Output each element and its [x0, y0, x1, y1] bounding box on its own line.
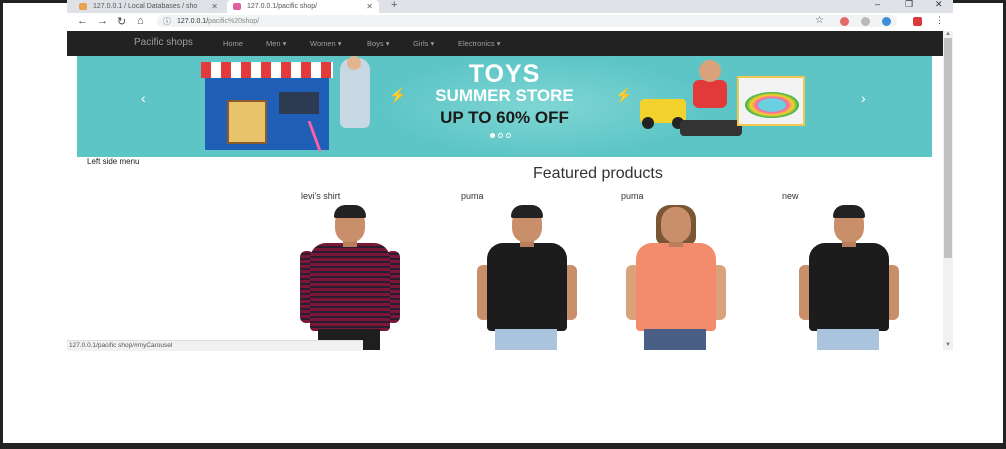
extension-icon[interactable]	[882, 17, 891, 26]
menu-kebab-icon[interactable]: ⋮	[935, 15, 944, 26]
nav-men[interactable]: Men ▾	[266, 39, 286, 48]
product-name[interactable]: puma	[461, 191, 484, 201]
product-image[interactable]	[624, 205, 728, 350]
scroll-up-icon[interactable]: ▲	[945, 31, 951, 37]
browser-toolbar: ← → ↻ ⌂ ⓘ 127.0.0.1/ pacific%20shop/ ☆ ⋮	[67, 13, 953, 30]
close-tab-icon[interactable]: ✕	[366, 2, 373, 11]
browser-tabstrip: 127.0.0.1 / Local Databases / sho ✕ 127.…	[67, 0, 953, 13]
screen-frame-left	[0, 0, 3, 449]
home-icon[interactable]: ⌂	[137, 15, 144, 27]
carousel-dot[interactable]	[490, 133, 495, 138]
close-tab-icon[interactable]: ✕	[211, 2, 218, 11]
tab-title: 127.0.0.1 / Local Databases / sho	[93, 3, 198, 10]
minimize-icon[interactable]: –	[875, 0, 880, 9]
extension-icon[interactable]	[861, 17, 870, 26]
product-name[interactable]: puma	[621, 191, 644, 201]
bookmark-star-icon[interactable]: ☆	[815, 15, 824, 26]
brand-link[interactable]: Pacific shops	[134, 37, 193, 48]
reload-icon[interactable]: ↻	[117, 15, 126, 28]
back-icon[interactable]: ←	[77, 15, 88, 27]
new-tab-button[interactable]: +	[391, 0, 397, 11]
restore-icon[interactable]: ❐	[905, 0, 913, 10]
site-navbar: Pacific shops Home Men ▾ Women ▾ Boys ▾ …	[67, 31, 943, 56]
status-bar: 127.0.0.1/pacific shop/#myCarousel	[67, 340, 363, 351]
carousel-dot[interactable]	[506, 133, 511, 138]
site-favicon-icon	[233, 3, 241, 10]
tab-title: 127.0.0.1/pacific shop/	[247, 3, 318, 10]
banner-carousel: TOYS ⚡ ⚡ SUMMER STORE UP TO 60% OFF ‹ ›	[77, 56, 932, 157]
extension-icon[interactable]	[913, 17, 922, 26]
address-bar[interactable]: ⓘ 127.0.0.1/ pacific%20shop/	[157, 15, 897, 27]
nav-home[interactable]: Home	[223, 39, 243, 48]
carousel-dot[interactable]	[498, 133, 503, 138]
product-name[interactable]: levi's shirt	[301, 191, 340, 201]
left-side-menu: Left side menu	[87, 157, 140, 166]
forward-icon[interactable]: →	[97, 15, 108, 27]
nav-boys[interactable]: Boys ▾	[367, 39, 390, 48]
address-host: 127.0.0.1/	[177, 17, 209, 25]
toy-truck-image	[680, 120, 742, 136]
product-name[interactable]: new	[782, 191, 799, 201]
browser-tab-phpmyadmin[interactable]: 127.0.0.1 / Local Databases / sho ✕	[79, 0, 224, 13]
carousel-indicators	[490, 133, 511, 138]
scroll-down-icon[interactable]: ▼	[945, 342, 951, 348]
product-image[interactable]	[475, 205, 579, 350]
carousel-prev-button[interactable]: ‹	[141, 90, 146, 106]
close-window-icon[interactable]: ✕	[935, 0, 943, 10]
info-icon[interactable]: ⓘ	[163, 16, 171, 27]
boy-image	[689, 60, 729, 115]
nav-electronics[interactable]: Electronics ▾	[458, 39, 501, 48]
toy-car-image	[640, 99, 686, 129]
carousel-next-button[interactable]: ›	[861, 90, 866, 106]
scrollbar-thumb[interactable]	[944, 38, 952, 258]
nav-girls[interactable]: Girls ▾	[413, 39, 434, 48]
browser-tab-pacific-shop[interactable]: 127.0.0.1/pacific shop/ ✕	[227, 0, 379, 13]
screen-frame-bottom	[0, 443, 1006, 449]
phpmyadmin-icon	[79, 3, 87, 10]
nav-women[interactable]: Women ▾	[310, 39, 342, 48]
featured-heading: Featured products	[533, 165, 663, 182]
extension-icon[interactable]	[840, 17, 849, 26]
product-image[interactable]	[298, 205, 402, 350]
product-image[interactable]	[797, 205, 901, 350]
pool-box-image	[737, 76, 805, 126]
address-path: pacific%20shop/	[208, 17, 260, 25]
